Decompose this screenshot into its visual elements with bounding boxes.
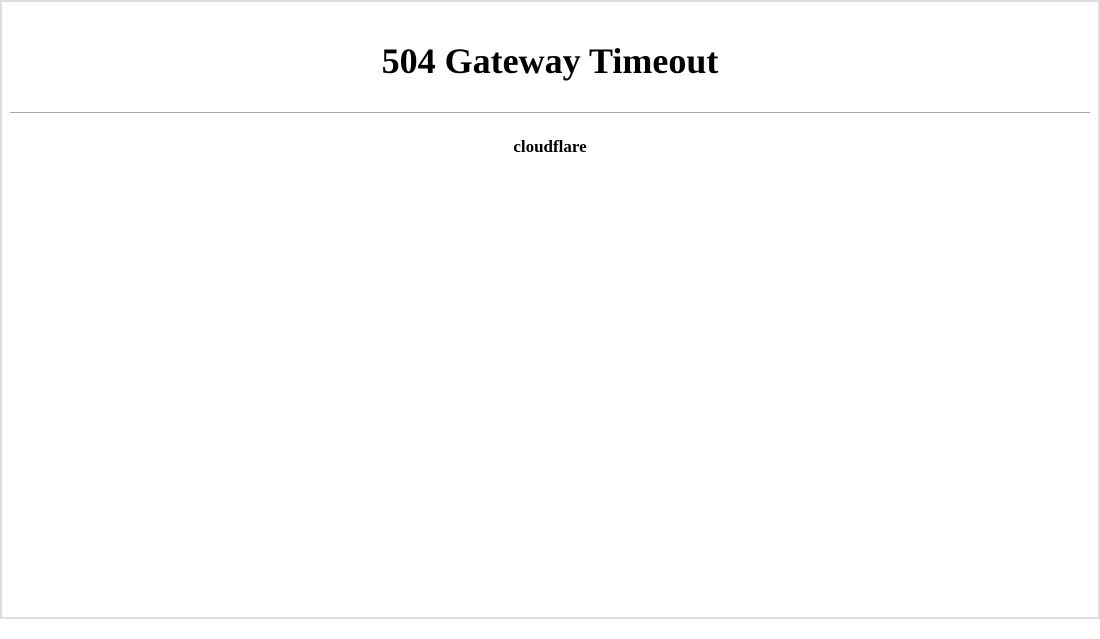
- error-page: 504 Gateway Timeout cloudflare: [10, 40, 1090, 639]
- error-heading: 504 Gateway Timeout: [10, 40, 1090, 82]
- divider: [10, 112, 1090, 113]
- provider-label: cloudflare: [10, 137, 1090, 157]
